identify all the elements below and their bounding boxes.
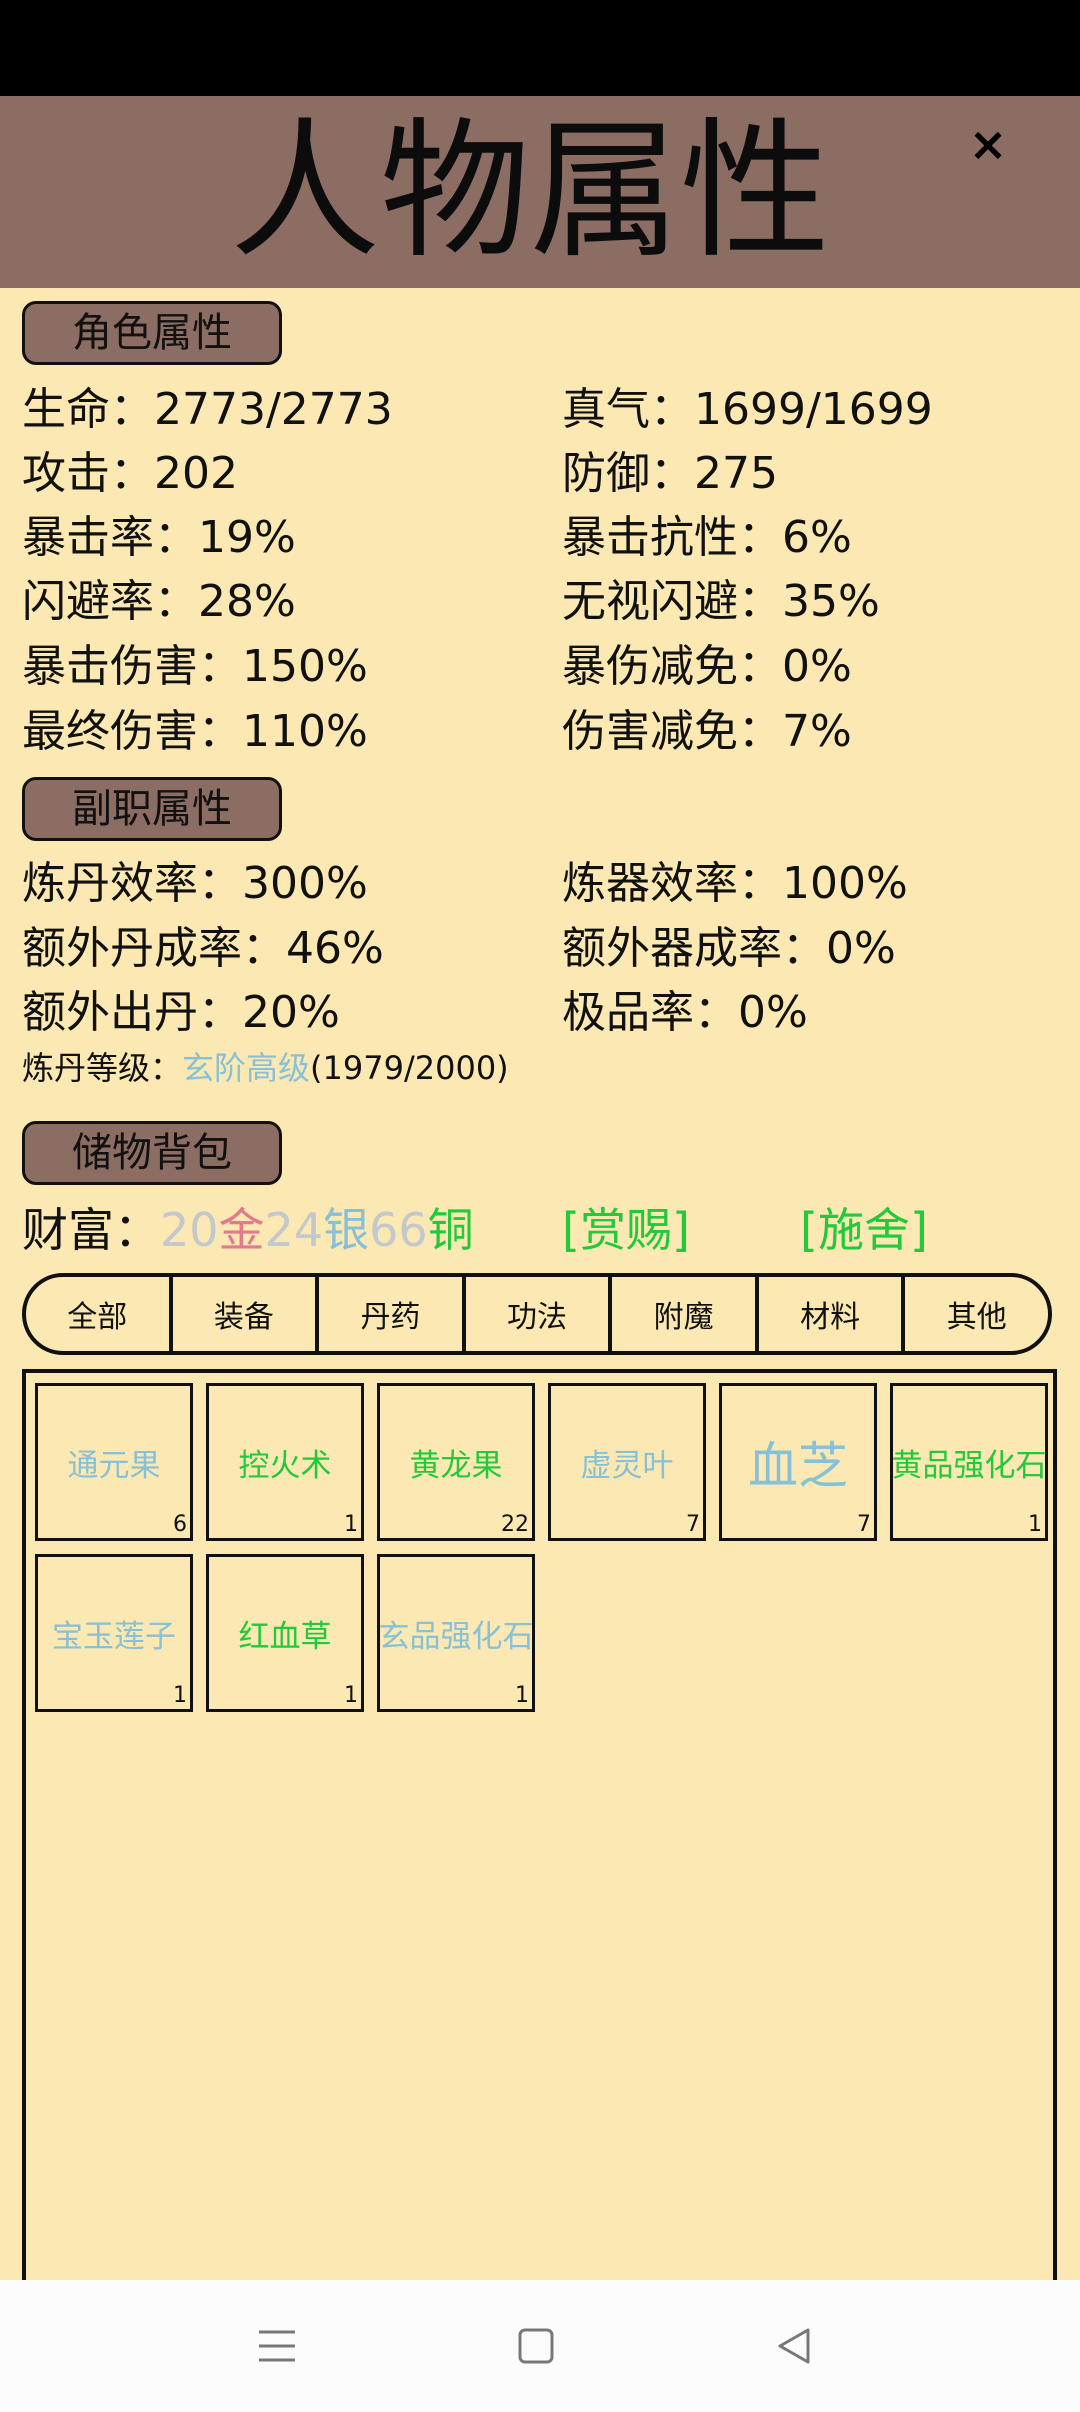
- home-square-icon[interactable]: [512, 2322, 560, 2370]
- item-name: 虚灵叶: [580, 1447, 674, 1484]
- bag-item-slot[interactable]: 血芝 7: [719, 1383, 877, 1541]
- bag-category-tabs: 全部 装备 丹药 功法 附魔 材料 其他: [22, 1273, 1052, 1355]
- wealth-label: 财富：: [22, 1203, 160, 1257]
- stat-damage-reduction: 伤害减免：7%: [562, 706, 852, 757]
- tab-all[interactable]: 全部: [26, 1277, 169, 1351]
- wealth-line: 财富：20金24银66铜: [22, 1200, 474, 1260]
- gold-unit: 金: [218, 1203, 265, 1257]
- item-count: 1: [173, 1683, 187, 1708]
- item-count: 7: [857, 1512, 871, 1537]
- item-count: 1: [1028, 1512, 1042, 1537]
- stat-extra-pill-success: 额外丹成率：46%: [22, 923, 384, 974]
- bag-item-slot[interactable]: 红血草 1: [206, 1554, 364, 1712]
- tab-pills[interactable]: 丹药: [315, 1277, 462, 1351]
- item-name: 宝玉莲子: [52, 1618, 176, 1655]
- stat-final-damage: 最终伤害：110%: [22, 706, 368, 757]
- alchemy-level: 炼丹等级：玄阶高级(1979/2000): [22, 1043, 509, 1093]
- stat-dodge-rate: 闪避率：28%: [22, 576, 296, 627]
- section-character-attributes: 角色属性: [22, 301, 282, 365]
- title-bar: 人物属性: [0, 96, 1080, 288]
- charity-link[interactable]: [施舍]: [800, 1200, 928, 1260]
- bag-item-slot[interactable]: 玄品强化石 1: [377, 1554, 535, 1712]
- stat-crit-damage: 暴击伤害：150%: [22, 641, 368, 692]
- bag-grid: 通元果 6 控火术 1 黄龙果 22 虚灵叶 7 血芝 7 黄品强化石 1 宝玉…: [22, 1369, 1057, 2412]
- item-name: 红血草: [238, 1618, 332, 1655]
- alchemy-level-label: 炼丹等级：: [22, 1049, 183, 1087]
- item-count: 6: [173, 1512, 187, 1537]
- back-triangle-icon[interactable]: [770, 2322, 818, 2370]
- stat-alchemy-efficiency: 炼丹效率：300%: [22, 858, 368, 909]
- stat-crit-damage-reduction: 暴伤减免：0%: [562, 641, 852, 692]
- item-name: 控火术: [238, 1447, 332, 1484]
- tab-materials[interactable]: 材料: [754, 1277, 902, 1351]
- section-sub-job-attributes: 副职属性: [22, 777, 282, 841]
- bag-item-slot[interactable]: 控火术 1: [206, 1383, 364, 1541]
- copper-amount: 66: [369, 1203, 428, 1257]
- silver-unit: 银: [323, 1203, 370, 1257]
- item-name: 玄品强化石: [378, 1618, 534, 1655]
- item-name: 黄品强化石: [891, 1447, 1047, 1484]
- stat-extra-pill-output: 额外出丹：20%: [22, 987, 340, 1038]
- bag-item-slot[interactable]: 宝玉莲子 1: [35, 1554, 193, 1712]
- bag-item-slot[interactable]: 黄品强化石 1: [890, 1383, 1048, 1541]
- bag-item-slot[interactable]: 通元果 6: [35, 1383, 193, 1541]
- item-name: 血芝: [748, 1437, 848, 1495]
- stat-extra-forge-success: 额外器成率：0%: [562, 923, 896, 974]
- tab-other[interactable]: 其他: [901, 1277, 1048, 1351]
- stat-crit-rate: 暴击率：19%: [22, 512, 296, 563]
- stat-ignore-dodge: 无视闪避：35%: [562, 576, 880, 627]
- alchemy-level-tier: 玄阶高级: [182, 1049, 311, 1087]
- status-bar: [0, 0, 1080, 96]
- stat-qi: 真气：1699/1699: [562, 384, 933, 435]
- page-title: 人物属性: [229, 105, 830, 279]
- copper-unit: 铜: [427, 1203, 474, 1257]
- bag-item-slot[interactable]: 黄龙果 22: [377, 1383, 535, 1541]
- alchemy-level-progress: (1979/2000): [310, 1049, 509, 1087]
- stat-forging-efficiency: 炼器效率：100%: [562, 858, 908, 909]
- close-button[interactable]: ×: [966, 121, 1010, 167]
- stat-crit-resistance: 暴击抗性：6%: [562, 512, 852, 563]
- tab-skills[interactable]: 功法: [461, 1277, 609, 1351]
- tab-enchant[interactable]: 附魔: [608, 1277, 755, 1351]
- bag-item-slot[interactable]: 虚灵叶 7: [548, 1383, 706, 1541]
- section-storage-bag: 储物背包: [22, 1121, 282, 1185]
- gold-amount: 20: [160, 1203, 219, 1257]
- stat-top-quality-rate: 极品率：0%: [562, 987, 808, 1038]
- item-count: 1: [515, 1683, 529, 1708]
- item-count: 1: [344, 1683, 358, 1708]
- reward-link[interactable]: [赏赐]: [562, 1200, 690, 1260]
- item-count: 7: [686, 1512, 700, 1537]
- stat-hp: 生命：2773/2773: [22, 384, 393, 435]
- item-count: 1: [344, 1512, 358, 1537]
- item-name: 通元果: [67, 1447, 161, 1484]
- stat-attack: 攻击：202: [22, 448, 238, 499]
- stat-defense: 防御：275: [562, 448, 778, 499]
- system-nav-bar: [0, 2280, 1080, 2412]
- tab-equipment[interactable]: 装备: [168, 1277, 316, 1351]
- menu-icon[interactable]: [253, 2322, 301, 2370]
- item-count: 22: [501, 1512, 529, 1537]
- silver-amount: 24: [264, 1203, 324, 1257]
